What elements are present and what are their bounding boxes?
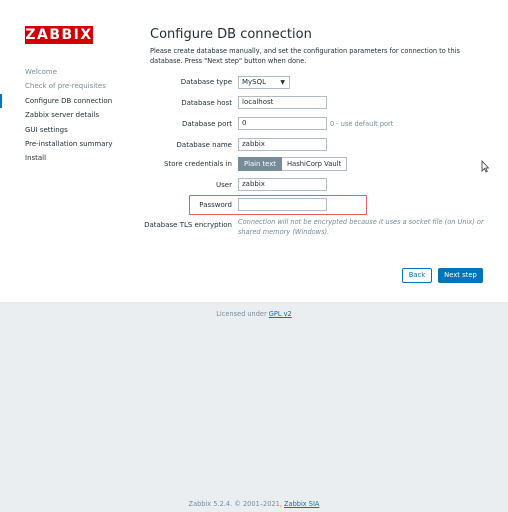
- intro-text: Please create database manually, and set…: [150, 47, 460, 65]
- setup-steps: Welcome Check of pre-requisites Configur…: [0, 65, 140, 166]
- db-port-label: Database port: [182, 120, 232, 128]
- footer: Zabbix 5.2.4. © 2001–2021, Zabbix SIA: [0, 500, 508, 508]
- license-notice: Licensed under GPL v2: [0, 310, 508, 318]
- setup-panel: ZABBIX Welcome Check of pre-requisites C…: [0, 0, 508, 302]
- back-button[interactable]: Back: [402, 268, 432, 283]
- step-configure-db: Configure DB connection: [0, 93, 140, 109]
- step-welcome: Welcome: [25, 68, 58, 76]
- db-type-select[interactable]: MySQL ▼: [238, 76, 290, 89]
- page-title: Configure DB connection: [150, 27, 312, 42]
- text-cursor-icon: [481, 160, 489, 173]
- tls-label: Database TLS encryption: [144, 221, 232, 229]
- step-server-details: Zabbix server details: [25, 111, 99, 120]
- password-input[interactable]: [238, 198, 327, 211]
- step-install: Install: [25, 154, 47, 163]
- db-name-input[interactable]: zabbix: [238, 138, 327, 151]
- db-host-input[interactable]: localhost: [238, 96, 327, 109]
- vault-option[interactable]: HashiCorp Vault: [281, 157, 348, 171]
- password-label: Password: [199, 201, 232, 209]
- tls-note: Connection will not be encrypted because…: [238, 218, 484, 236]
- zabbix-logo: ZABBIX: [25, 26, 93, 44]
- plain-text-option[interactable]: Plain text: [238, 157, 282, 171]
- user-input[interactable]: zabbix: [238, 178, 327, 191]
- chevron-down-icon: ▼: [280, 79, 285, 86]
- step-pre-install-summary: Pre-installation summary: [25, 139, 113, 148]
- db-name-label: Database name: [176, 141, 232, 149]
- license-prefix: Licensed under: [216, 310, 267, 318]
- zabbix-sia-link[interactable]: Zabbix SIA: [284, 500, 319, 508]
- credentials-toggle: Plain text HashiCorp Vault: [238, 157, 348, 171]
- gpl-link[interactable]: GPL v2: [269, 310, 292, 318]
- step-gui-settings: GUI settings: [25, 125, 68, 134]
- db-port-hint: 0 - use default port: [330, 120, 394, 128]
- db-type-label: Database type: [180, 78, 232, 86]
- user-label: User: [216, 181, 232, 189]
- step-prerequisites: Check of pre-requisites: [25, 82, 106, 91]
- next-step-button[interactable]: Next step: [438, 268, 483, 283]
- db-host-label: Database host: [181, 99, 232, 107]
- db-type-value: MySQL: [242, 78, 267, 86]
- credentials-label: Store credentials in: [164, 160, 232, 168]
- footer-text: Zabbix 5.2.4. © 2001–2021,: [188, 500, 282, 508]
- db-port-input[interactable]: 0: [238, 117, 327, 130]
